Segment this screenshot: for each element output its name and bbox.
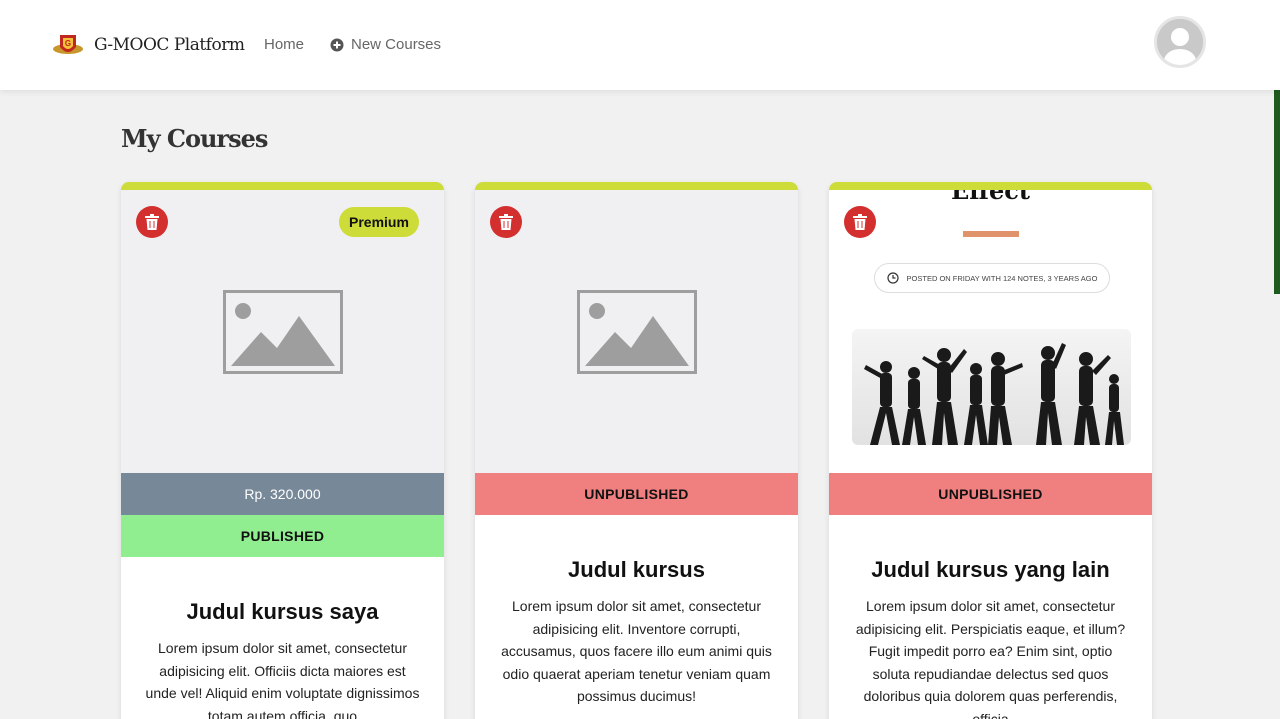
course-description: Lorem ipsum dolor sit amet, consectetur … — [855, 598, 1126, 719]
course-description: Lorem ipsum dolor sit amet, consectetur … — [145, 640, 420, 719]
image-placeholder-icon — [223, 290, 343, 374]
svg-text:G: G — [65, 39, 71, 48]
course-description: Lorem ipsum dolor sit amet, consectetur … — [501, 598, 772, 704]
delete-course-button[interactable] — [136, 206, 168, 238]
side-scroll-indicator — [1274, 78, 1280, 294]
trash-icon — [499, 214, 513, 230]
brand-name: G-MOOC Platform — [94, 35, 245, 55]
clock-icon — [886, 272, 899, 284]
page-title: My Courses — [121, 124, 268, 153]
status-badge: PUBLISHED — [121, 515, 444, 557]
navbar: G G-MOOC Platform Home New Courses — [0, 0, 1280, 90]
status-badge: UNPUBLISHED — [475, 473, 798, 515]
course-title[interactable]: Judul kursus saya — [121, 599, 444, 625]
delete-course-button[interactable] — [490, 206, 522, 238]
delete-course-button[interactable] — [844, 206, 876, 238]
trash-icon — [145, 214, 159, 230]
course-card[interactable]: Premium Rp. 320.000 PUBLISHED Judul kurs… — [121, 182, 444, 719]
course-thumbnail: Effect POSTED ON FRIDAY WITH 124 NOTES, … — [829, 190, 1152, 473]
course-thumbnail — [475, 190, 798, 473]
nav-new-courses-label: New Courses — [351, 36, 442, 53]
nav-home-label: Home — [264, 36, 305, 53]
user-avatar-icon — [1157, 19, 1203, 65]
thumbnail-meta: POSTED ON FRIDAY WITH 124 NOTES, 3 YEARS… — [874, 263, 1110, 293]
shield-logo-icon: G — [53, 35, 83, 54]
dancers-photo — [852, 329, 1131, 445]
course-title[interactable]: Judul kursus — [475, 557, 798, 583]
plus-circle-icon — [330, 38, 344, 51]
status-badge: UNPUBLISHED — [829, 473, 1152, 515]
image-placeholder-icon — [577, 290, 697, 374]
brand-link[interactable]: G G-MOOC Platform — [52, 29, 245, 61]
nav-new-courses-link[interactable]: New Courses — [330, 36, 441, 53]
thumbnail-divider — [963, 231, 1019, 237]
trash-icon — [853, 214, 867, 230]
course-card[interactable]: Effect POSTED ON FRIDAY WITH 124 NOTES, … — [829, 182, 1152, 719]
dancers-silhouette-image — [864, 343, 1124, 445]
premium-badge: Premium — [339, 207, 419, 237]
user-avatar-button[interactable] — [1154, 16, 1206, 68]
thumbnail-heading: Effect — [951, 190, 1030, 205]
nav-home-link[interactable]: Home — [264, 36, 304, 53]
thumbnail-meta-text: POSTED ON FRIDAY WITH 124 NOTES, 3 YEARS… — [906, 273, 1098, 283]
course-price: Rp. 320.000 — [121, 473, 444, 515]
course-title[interactable]: Judul kursus yang lain — [829, 557, 1152, 583]
course-card[interactable]: UNPUBLISHED Judul kursus Lorem ipsum dol… — [475, 182, 798, 719]
